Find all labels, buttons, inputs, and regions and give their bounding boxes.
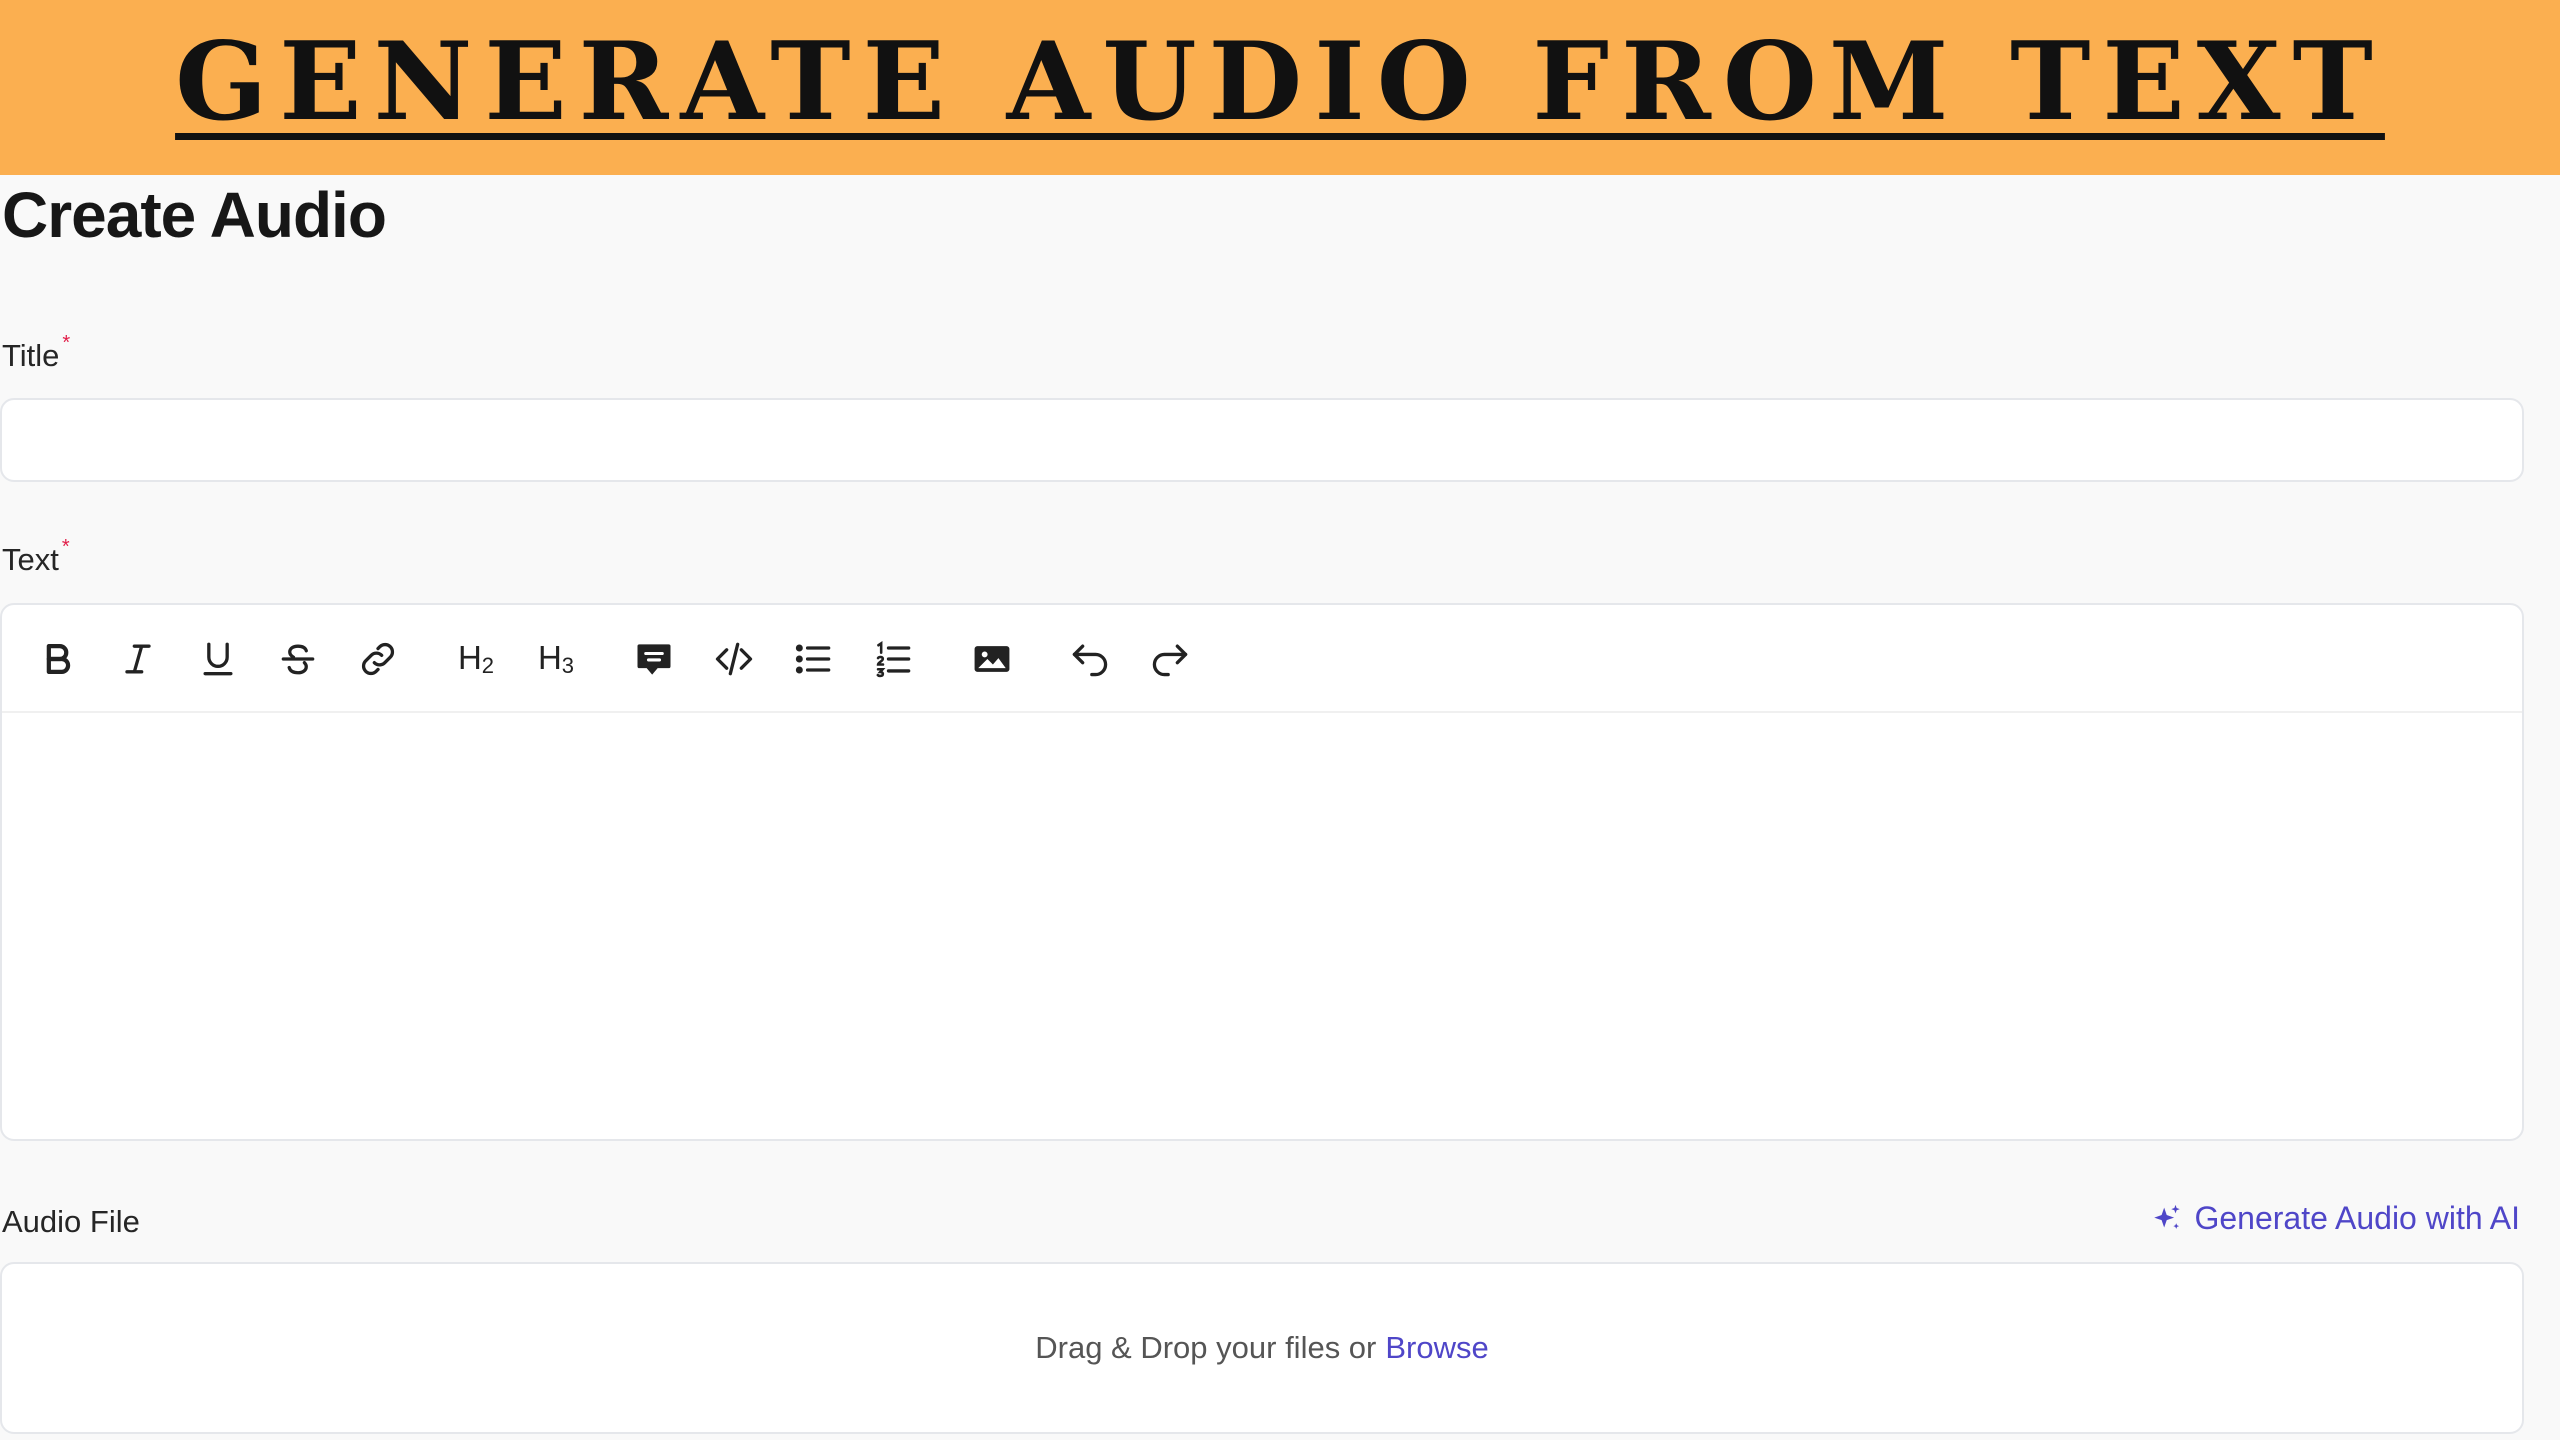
required-marker: *: [62, 332, 71, 354]
audio-file-label: Audio File: [2, 1204, 140, 1239]
editor-toolbar: H2 H3: [2, 605, 2522, 713]
comment-icon: [637, 644, 671, 675]
heading-3-icon: H3: [538, 639, 574, 679]
underline-button[interactable]: [190, 631, 246, 687]
generate-audio-ai-label: Generate Audio with AI: [2194, 1200, 2520, 1236]
image-icon: [974, 646, 1010, 672]
browse-link[interactable]: Browse: [1385, 1330, 1488, 1366]
numbered-list-icon: [876, 641, 911, 678]
bullet-list-icon: [795, 644, 831, 674]
code-icon: [715, 642, 753, 676]
heading-2-button[interactable]: H2: [448, 631, 504, 687]
page-title: Create Audio: [2, 179, 387, 251]
text-editor: H2 H3: [0, 603, 2524, 1141]
dropzone-text: Drag & Drop your files or: [1035, 1330, 1377, 1365]
italic-icon: [125, 644, 151, 674]
image-button[interactable]: [964, 631, 1020, 687]
redo-icon: [1152, 644, 1188, 677]
bold-icon: [46, 644, 71, 674]
heading-2-letter: H: [457, 639, 482, 676]
sparkles-icon: [2154, 1204, 2181, 1229]
italic-button[interactable]: [110, 631, 166, 687]
comment-button[interactable]: [626, 631, 682, 687]
link-icon: [361, 642, 395, 676]
title-label-wrap: Title *: [2, 332, 70, 374]
strikethrough-icon: [281, 644, 315, 675]
heading-3-button[interactable]: H3: [528, 631, 584, 687]
numbered-list-button[interactable]: [866, 631, 922, 687]
text-label-wrap: Text *: [2, 536, 70, 578]
generate-audio-ai-button[interactable]: Generate Audio with AI: [2150, 1200, 2520, 1237]
redo-button[interactable]: [1142, 631, 1198, 687]
strikethrough-button[interactable]: [270, 631, 326, 687]
undo-button[interactable]: [1062, 631, 1118, 687]
heading-3-letter: H: [537, 639, 562, 676]
audio-dropzone[interactable]: Drag & Drop your files or Browse: [0, 1262, 2524, 1434]
banner-title: GENERATE AUDIO FROM TEXT: [175, 18, 2385, 145]
title-input[interactable]: [0, 398, 2524, 482]
link-button[interactable]: [350, 631, 406, 687]
underline-icon: [203, 642, 233, 676]
heading-2-icon: H2: [458, 639, 494, 679]
title-label: Title: [2, 338, 60, 373]
bold-button[interactable]: [30, 631, 86, 687]
undo-icon: [1072, 644, 1108, 677]
text-label: Text: [2, 542, 59, 577]
heading-2-level: 2: [481, 653, 495, 678]
editor-content-area[interactable]: [2, 713, 2522, 1139]
code-button[interactable]: [706, 631, 762, 687]
bullet-list-button[interactable]: [786, 631, 842, 687]
heading-3-level: 3: [561, 653, 575, 678]
required-marker: *: [61, 536, 70, 558]
header-banner: GENERATE AUDIO FROM TEXT: [0, 0, 2560, 175]
